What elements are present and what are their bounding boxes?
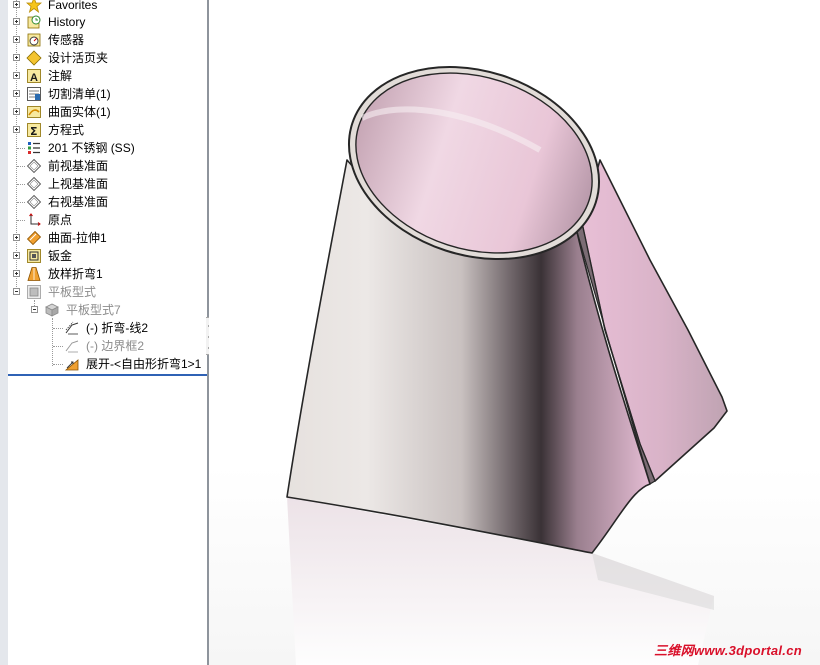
- svg-text:A: A: [30, 72, 38, 84]
- equations-icon: Σ: [27, 123, 41, 138]
- tree-item-label: 右视基准面: [48, 195, 109, 209]
- tree-item-label: 前视基准面: [48, 159, 109, 173]
- expand-icon[interactable]: [13, 252, 20, 259]
- sheet-metal-icon: [27, 249, 41, 263]
- collapse-icon[interactable]: [13, 288, 20, 295]
- tree-item-label: 切割清单(1): [48, 87, 111, 101]
- expand-icon[interactable]: [13, 36, 20, 43]
- tree-item-label: 放样折弯1: [48, 267, 103, 281]
- tree-item-label: 钣金: [48, 249, 73, 263]
- expand-icon[interactable]: [13, 1, 20, 8]
- tree-item-label: 平板型式: [48, 285, 97, 299]
- expand-icon[interactable]: [13, 72, 20, 79]
- tree-connector-line: [17, 148, 25, 149]
- rollback-bar[interactable]: [8, 374, 207, 376]
- history-icon: [27, 15, 41, 29]
- expand-icon[interactable]: [13, 90, 20, 97]
- favorites-star-icon: [26, 0, 42, 13]
- origin-icon: [29, 213, 41, 226]
- plane-icon: [26, 176, 42, 192]
- tree-item-label: (-) 边界框2: [86, 339, 144, 353]
- tree-item-label: 曲面-拉伸1: [48, 231, 107, 245]
- svg-text:Σ: Σ: [30, 125, 38, 138]
- plane-icon: [26, 194, 42, 210]
- tree-item-label: 方程式: [48, 123, 85, 137]
- tree-item-label: 上视基准面: [48, 177, 109, 191]
- expand-icon[interactable]: [13, 270, 20, 277]
- tree-connector-line: [17, 184, 25, 185]
- tree-item-label: 曲面实体(1): [48, 105, 111, 119]
- tree-item-label: 201 不锈钢 (SS): [48, 141, 135, 155]
- expand-icon[interactable]: [13, 108, 20, 115]
- tree-item-label: 原点: [48, 213, 73, 227]
- plane-icon: [26, 158, 42, 174]
- lofted-bend-icon: [27, 267, 41, 281]
- unfold-icon: [64, 359, 79, 371]
- surface-bodies-icon: [27, 106, 41, 118]
- tree-connector-line: [17, 220, 25, 221]
- tree-connector-line: [52, 318, 53, 366]
- sheet-metal-model: [286, 65, 728, 665]
- expand-icon[interactable]: [13, 18, 20, 25]
- surface-extrude-icon: [26, 230, 42, 246]
- tree-item-label: 注解: [48, 69, 73, 83]
- tree-connector-line: [53, 364, 63, 365]
- bend-lines-sketch-icon: [65, 321, 79, 335]
- tree-item-label: 展开-<自由形折弯1>1: [86, 357, 202, 371]
- sensor-icon: [27, 33, 41, 47]
- annotation-icon: A: [27, 69, 41, 84]
- cut-list-icon: [27, 87, 41, 101]
- expand-icon[interactable]: [13, 126, 20, 133]
- expand-icon[interactable]: [13, 54, 20, 61]
- tree-connector-line: [53, 328, 63, 329]
- tree-item-label: Favorites: [48, 0, 98, 12]
- tree-connector-line: [17, 202, 25, 203]
- flat-pattern-folder-icon: [27, 285, 41, 299]
- tree-item-label: 平板型式7: [66, 303, 121, 317]
- flat-pattern-icon: [45, 303, 59, 317]
- tree-item-label: 传感器: [48, 33, 85, 47]
- tree-connector-line: [53, 346, 63, 347]
- material-icon: [28, 142, 40, 154]
- tree-connector-line: [17, 166, 25, 167]
- expand-icon[interactable]: [13, 234, 20, 241]
- feature-manager-tree[interactable]: Favorites History 传感器 设计活页夹 A 注解 切割清单(1)…: [8, 0, 209, 665]
- collapse-icon[interactable]: [31, 306, 38, 313]
- design-binder-icon: [26, 50, 42, 66]
- tree-item-label: 设计活页夹: [48, 51, 109, 65]
- graphics-viewport[interactable]: 三维网www.3dportal.cn: [209, 0, 820, 665]
- bounding-box-sketch-icon: [65, 340, 79, 353]
- watermark-text: 三维网www.3dportal.cn: [654, 643, 802, 658]
- tree-item-label: (-) 折弯-线2: [86, 321, 148, 335]
- tree-item-label: History: [48, 15, 86, 29]
